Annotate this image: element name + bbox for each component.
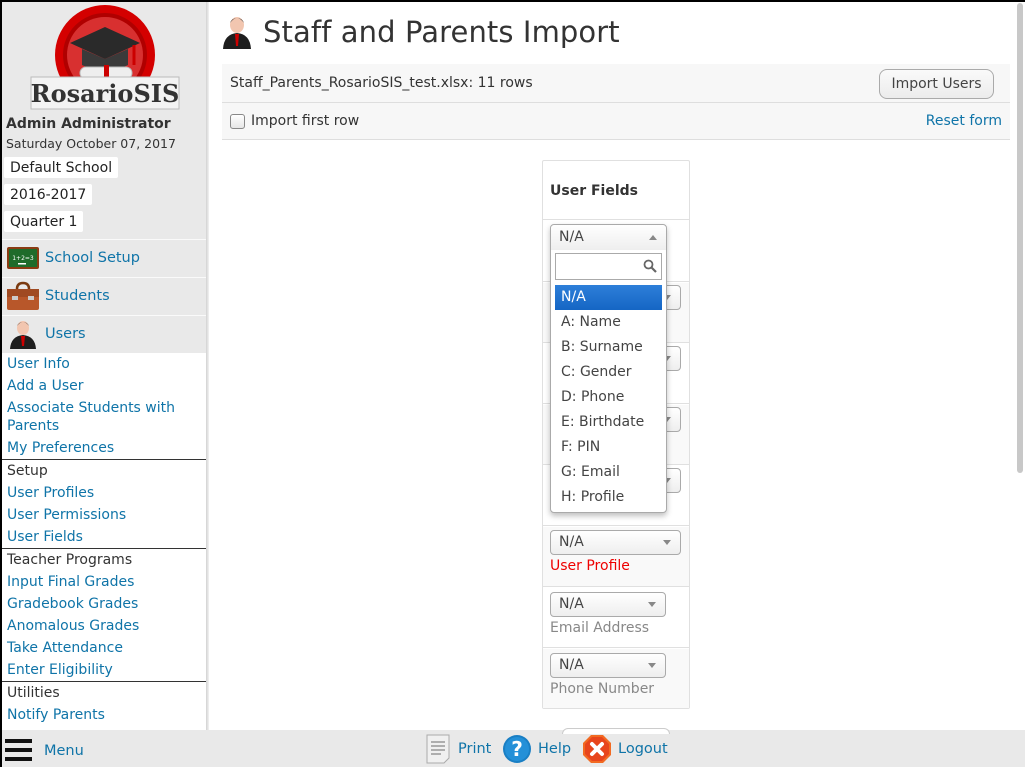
menu-users[interactable]: Users xyxy=(2,315,206,352)
chalkboard-icon: 1+2=3 xyxy=(7,247,39,269)
current-date: Saturday October 07, 2017 xyxy=(6,136,176,151)
menu-students[interactable]: Students xyxy=(2,277,206,314)
page-title: Staff and Parents Import xyxy=(263,15,620,49)
user-icon xyxy=(10,321,36,349)
print-label: Print xyxy=(458,741,492,757)
window-left-border xyxy=(0,0,2,767)
email-address-label: Email Address xyxy=(550,620,650,636)
submit-button-partial[interactable] xyxy=(562,728,670,734)
dropdown-options: N/A A: Name B: Surname C: Gender D: Phon… xyxy=(555,285,662,510)
submenu-user-info[interactable]: User Info xyxy=(2,353,206,375)
submenu-gradebook-grades[interactable]: Gradebook Grades xyxy=(2,593,206,615)
submenu-enter-eligibility[interactable]: Enter Eligibility xyxy=(2,659,206,681)
dropdown-current-value[interactable]: N/A xyxy=(551,225,666,250)
submenu-header-utilities: Utilities xyxy=(2,681,206,704)
marking-period-select[interactable]: Quarter 1 xyxy=(4,211,84,232)
submenu-header-setup: Setup xyxy=(2,459,206,482)
help-icon: ? xyxy=(503,735,531,763)
user-fields-header: User Fields xyxy=(543,161,689,220)
svg-text:1+2=3: 1+2=3 xyxy=(12,255,34,262)
menu-students-label: Students xyxy=(45,288,110,304)
help-label: Help xyxy=(538,741,572,757)
logout-button[interactable]: Logout xyxy=(582,734,668,764)
user-profile-label: User Profile xyxy=(550,558,630,574)
user-profile-select[interactable]: N/A xyxy=(550,530,681,555)
dropdown-search-input[interactable] xyxy=(555,253,662,280)
user-fields-title: User Fields xyxy=(550,183,638,199)
user-name: Admin Administrator xyxy=(6,116,171,132)
page-header: Staff and Parents Import xyxy=(221,14,620,50)
briefcase-icon xyxy=(7,281,39,310)
field-row-user-profile: N/A User Profile xyxy=(543,527,689,587)
import-first-row-option[interactable]: Import first row xyxy=(230,113,359,129)
submenu-associate-students-with-parents[interactable]: Associate Students with Parents xyxy=(2,397,206,437)
dropdown-option[interactable]: D: Phone xyxy=(555,385,662,410)
submenu-add-a-user[interactable]: Add a User xyxy=(2,375,206,397)
menu-school-setup-label: School Setup xyxy=(45,250,140,266)
print-icon xyxy=(426,734,450,764)
school-select[interactable]: Default School xyxy=(4,157,119,178)
submenu-my-preferences[interactable]: My Preferences xyxy=(2,437,206,459)
import-first-row-checkbox[interactable] xyxy=(230,113,245,129)
submenu-input-final-grades[interactable]: Input Final Grades xyxy=(2,571,206,593)
reset-form-link[interactable]: Reset form xyxy=(926,113,1002,129)
import-first-row-label: Import first row xyxy=(251,113,360,129)
user-icon xyxy=(223,17,251,49)
submenu-user-fields[interactable]: User Fields xyxy=(2,526,206,548)
rosariosis-logo[interactable]: RosarioSIS xyxy=(30,5,180,110)
print-button[interactable]: Print xyxy=(424,734,491,764)
import-users-button[interactable]: Import Users xyxy=(879,69,994,99)
dropdown-option[interactable]: F: PIN xyxy=(555,435,662,460)
phone-number-select[interactable]: N/A xyxy=(550,653,666,678)
import-options-bar: Import first row Reset form xyxy=(222,103,1010,140)
dropdown-option[interactable]: N/A xyxy=(555,285,662,310)
school-year-select[interactable]: 2016-2017 xyxy=(4,184,93,205)
submenu-header-teacher-programs: Teacher Programs xyxy=(2,548,206,571)
window-top-border xyxy=(0,0,1025,2)
dropdown-option[interactable]: C: Gender xyxy=(555,360,662,385)
vertical-scrollbar[interactable] xyxy=(1017,3,1023,473)
phone-number-label: Phone Number xyxy=(550,681,655,697)
bottom-bar: Menu Print ? Help Logout xyxy=(2,730,1025,767)
dropdown-option[interactable]: A: Name xyxy=(555,310,662,335)
submenu-user-profiles[interactable]: User Profiles xyxy=(2,482,206,504)
svg-text:?: ? xyxy=(511,737,523,761)
logout-label: Logout xyxy=(618,741,668,757)
users-submenu: User Info Add a User Associate Students … xyxy=(2,353,206,730)
field-dropdown-open[interactable]: N/A N/A A: Name B: Surname C: Gender D: … xyxy=(550,224,667,513)
menu-users-label: Users xyxy=(45,326,86,342)
logout-icon xyxy=(583,735,611,763)
field-row-email: N/A Email Address xyxy=(543,588,689,648)
chevron-up-icon xyxy=(649,235,657,240)
dropdown-option[interactable]: G: Email xyxy=(555,460,662,485)
sidebar: RosarioSIS Admin Administrator Saturday … xyxy=(2,2,206,730)
field-row-phone: N/A Phone Number xyxy=(543,649,689,708)
dropdown-option[interactable]: H: Profile xyxy=(555,485,662,510)
submenu-anomalous-grades[interactable]: Anomalous Grades xyxy=(2,615,206,637)
menu-label: Menu xyxy=(44,743,84,759)
hamburger-icon xyxy=(5,739,32,761)
file-info: Staff_Parents_RosarioSIS_test.xlsx: 11 r… xyxy=(230,75,533,91)
submenu-user-permissions[interactable]: User Permissions xyxy=(2,504,206,526)
logo-text: RosarioSIS xyxy=(31,79,180,108)
search-icon xyxy=(643,259,657,273)
help-button[interactable]: ? Help xyxy=(502,734,571,764)
menu-school-setup[interactable]: 1+2=3 School Setup xyxy=(2,239,206,276)
email-address-select[interactable]: N/A xyxy=(550,592,666,617)
import-info-bar: Staff_Parents_RosarioSIS_test.xlsx: 11 r… xyxy=(222,64,1010,103)
submenu-take-attendance[interactable]: Take Attendance xyxy=(2,637,206,659)
dropdown-option[interactable]: E: Birthdate xyxy=(555,410,662,435)
main-content: Staff and Parents Import Staff_Parents_R… xyxy=(209,2,1017,730)
menu-toggle-button[interactable]: Menu xyxy=(5,739,84,763)
submenu-notify-parents[interactable]: Notify Parents xyxy=(2,704,206,726)
dropdown-option[interactable]: B: Surname xyxy=(555,335,662,360)
